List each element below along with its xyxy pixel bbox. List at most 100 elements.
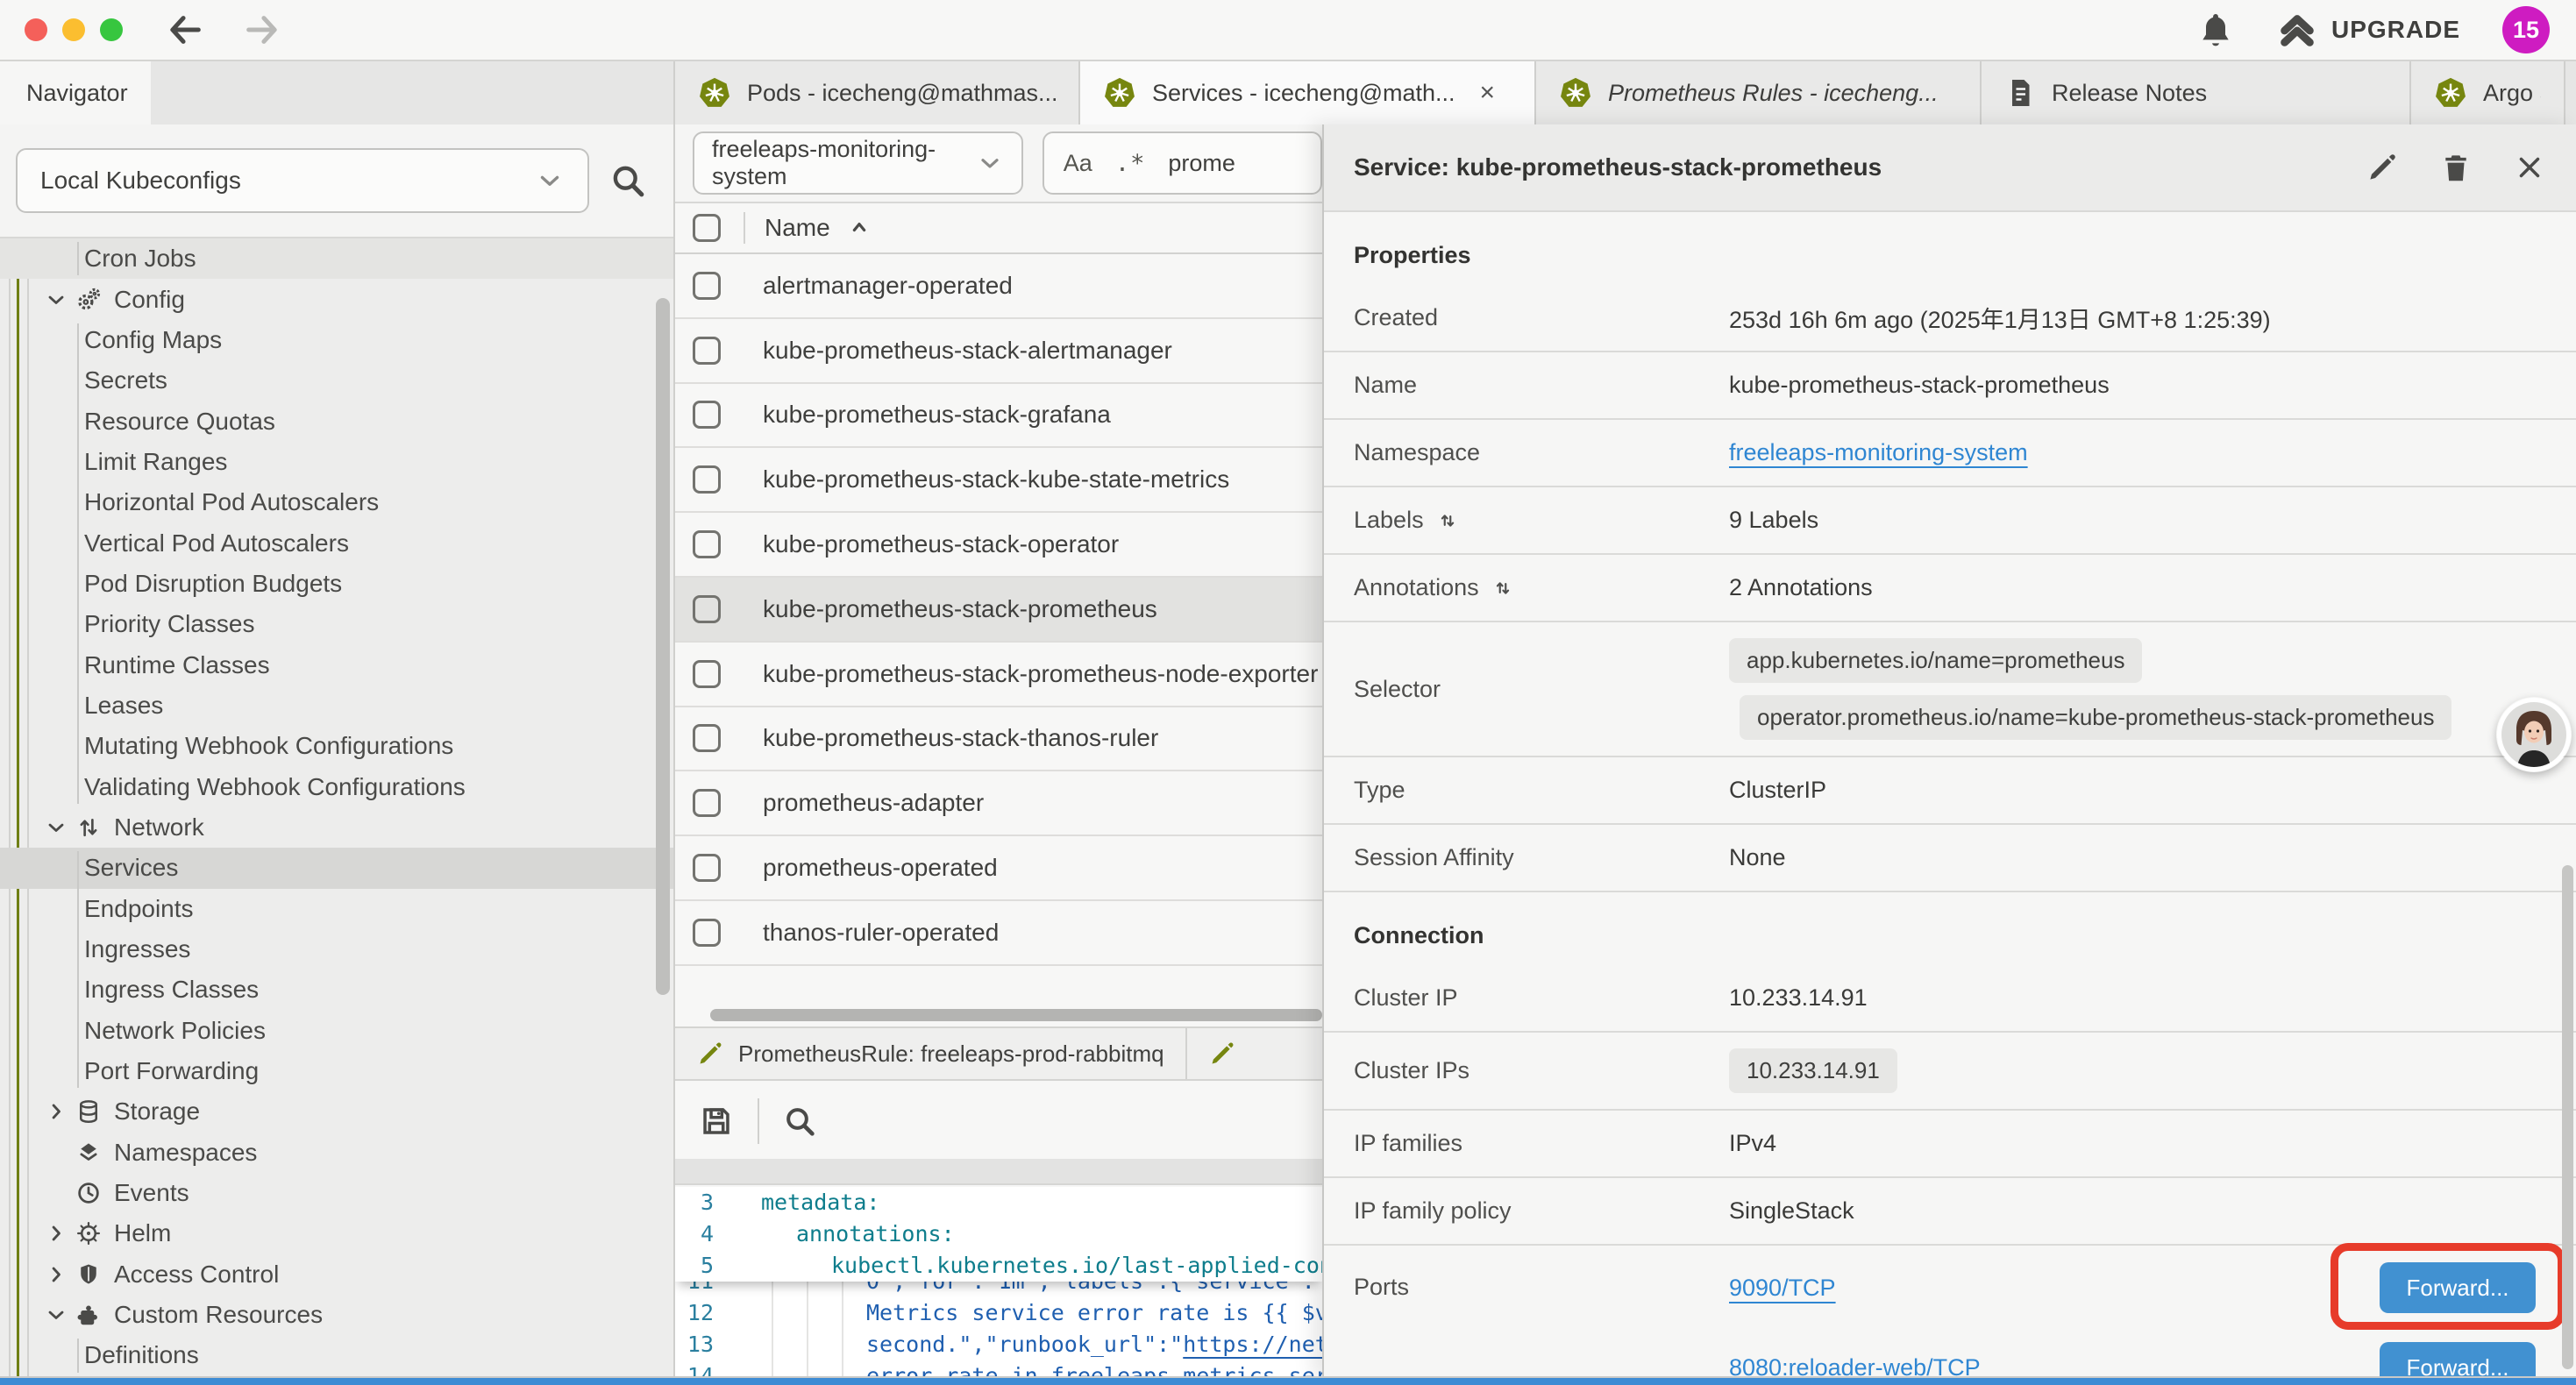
maximize-window-button[interactable] bbox=[100, 18, 123, 41]
row-checkbox[interactable] bbox=[693, 401, 721, 429]
kubeconfig-selector[interactable]: Local Kubeconfigs bbox=[16, 148, 589, 213]
sidebar-item-runtime-classes[interactable]: Runtime Classes bbox=[0, 644, 673, 685]
sidebar-item-horizontal-pod-autoscalers[interactable]: Horizontal Pod Autoscalers bbox=[0, 482, 673, 522]
sidebar-item-limit-ranges[interactable]: Limit Ranges bbox=[0, 442, 673, 482]
sidebar-item-network[interactable]: Network bbox=[0, 807, 673, 848]
table-row[interactable]: kube-prometheus-stack-prometheus-node-ex… bbox=[675, 643, 1322, 707]
assistant-avatar[interactable] bbox=[2496, 697, 2572, 772]
row-checkbox[interactable] bbox=[693, 595, 721, 623]
sidebar-item-services[interactable]: Services bbox=[0, 848, 673, 888]
sidebar-scrollbar-thumb[interactable] bbox=[656, 298, 670, 995]
tab-services-icecheng-math[interactable]: Services - icecheng@math...× bbox=[1080, 61, 1536, 124]
chevron-right-icon[interactable] bbox=[44, 1221, 75, 1246]
table-row[interactable]: kube-prometheus-stack-operator bbox=[675, 513, 1322, 578]
minimize-window-button[interactable] bbox=[62, 18, 85, 41]
tab-navigator[interactable]: Navigator bbox=[0, 61, 151, 124]
sidebar-item-storage[interactable]: Storage bbox=[0, 1091, 673, 1132]
namespace-selector[interactable]: freeleaps-monitoring-system bbox=[693, 131, 1023, 195]
chevron-right-icon[interactable] bbox=[44, 1262, 75, 1287]
runbook-url-link[interactable]: https://netw bbox=[1183, 1332, 1322, 1357]
sidebar-item-pod-disruption-budgets[interactable]: Pod Disruption Budgets bbox=[0, 564, 673, 604]
tab-prometheus-rules-icecheng[interactable]: Prometheus Rules - icecheng... bbox=[1536, 61, 1982, 124]
sidebar-item-leases[interactable]: Leases bbox=[0, 685, 673, 726]
row-checkbox[interactable] bbox=[693, 465, 721, 494]
table-row[interactable]: kube-prometheus-stack-alertmanager bbox=[675, 319, 1322, 384]
sidebar-item-config-maps[interactable]: Config Maps bbox=[0, 320, 673, 360]
row-checkbox[interactable] bbox=[693, 724, 721, 752]
forward-port-button[interactable]: Forward... bbox=[2380, 1262, 2536, 1313]
delete-trash-icon[interactable] bbox=[2439, 151, 2473, 184]
table-row[interactable]: alertmanager-operated bbox=[675, 254, 1322, 319]
row-checkbox[interactable] bbox=[693, 530, 721, 558]
row-checkbox[interactable] bbox=[693, 272, 721, 300]
namespace-link[interactable]: freeleaps-monitoring-system bbox=[1729, 439, 2028, 465]
panel-scrollbar-thumb[interactable] bbox=[2562, 865, 2573, 1369]
sidebar-item-cron-jobs[interactable]: Cron Jobs bbox=[0, 238, 673, 279]
notifications-bell-icon[interactable] bbox=[2196, 11, 2235, 49]
sidebar-item-vertical-pod-autoscalers[interactable]: Vertical Pod Autoscalers bbox=[0, 522, 673, 563]
edit-pencil-icon[interactable] bbox=[2366, 151, 2399, 184]
sidebar-item-config[interactable]: Config bbox=[0, 279, 673, 319]
forward-port-button[interactable]: Forward... bbox=[2380, 1342, 2536, 1376]
sidebar-item-events[interactable]: Events bbox=[0, 1173, 673, 1213]
match-case-toggle[interactable]: Aa bbox=[1064, 150, 1092, 177]
upgrade-button[interactable]: UPGRADE bbox=[2277, 10, 2460, 50]
filter-input[interactable]: Aa .* prome bbox=[1042, 131, 1322, 195]
close-window-button[interactable] bbox=[25, 18, 47, 41]
table-horizontal-scrollbar-thumb[interactable] bbox=[710, 1009, 1322, 1021]
regex-toggle[interactable]: .* bbox=[1115, 150, 1146, 177]
back-icon[interactable] bbox=[165, 10, 205, 50]
sidebar-item-port-forwarding[interactable]: Port Forwarding bbox=[0, 1051, 673, 1091]
table-row[interactable]: kube-prometheus-stack-thanos-ruler bbox=[675, 707, 1322, 772]
sidebar-item-access-control[interactable]: Access Control bbox=[0, 1254, 673, 1295]
chevron-down-icon[interactable] bbox=[44, 815, 75, 840]
port-link[interactable]: 8080:reloader-web/TCP bbox=[1729, 1354, 1981, 1377]
row-checkbox[interactable] bbox=[693, 919, 721, 947]
save-icon[interactable] bbox=[698, 1103, 735, 1140]
sort-ascending-icon[interactable] bbox=[846, 215, 872, 241]
sidebar-item-ingresses[interactable]: Ingresses bbox=[0, 929, 673, 970]
sort-updown-icon[interactable] bbox=[1491, 577, 1514, 600]
row-checkbox[interactable] bbox=[693, 854, 721, 882]
table-row[interactable]: kube-prometheus-stack-kube-state-metrics bbox=[675, 448, 1322, 513]
sidebar-item-validating-webhook-configurations[interactable]: Validating Webhook Configurations bbox=[0, 766, 673, 806]
table-row[interactable]: kube-prometheus-stack-grafana bbox=[675, 384, 1322, 449]
sidebar-item-helm[interactable]: Helm bbox=[0, 1213, 673, 1254]
tab-argo-se[interactable]: Argo Se bbox=[2411, 61, 2565, 124]
table-row[interactable]: prometheus-adapter bbox=[675, 771, 1322, 836]
name-column-header[interactable]: Name bbox=[765, 214, 830, 242]
sidebar-item-resource-quotas[interactable]: Resource Quotas bbox=[0, 401, 673, 441]
sidebar-item-endpoints[interactable]: Endpoints bbox=[0, 889, 673, 929]
close-panel-icon[interactable] bbox=[2513, 151, 2546, 184]
sort-updown-icon[interactable] bbox=[1436, 509, 1459, 532]
tab-clipped[interactable] bbox=[1187, 1028, 1322, 1079]
chevron-right-icon[interactable] bbox=[44, 1099, 75, 1124]
chevron-down-icon[interactable] bbox=[44, 1303, 75, 1327]
sidebar-item-ingress-classes[interactable]: Ingress Classes bbox=[0, 970, 673, 1010]
table-row[interactable]: kube-prometheus-stack-prometheus bbox=[675, 578, 1322, 643]
editor-search-icon[interactable] bbox=[782, 1104, 817, 1139]
tab-prometheusrule[interactable]: PrometheusRule: freeleaps-prod-rabbitmq bbox=[675, 1028, 1187, 1079]
sidebar-item-network-policies[interactable]: Network Policies bbox=[0, 1011, 673, 1051]
notification-count-badge[interactable]: 15 bbox=[2502, 6, 2550, 53]
sidebar-item-namespaces[interactable]: Namespaces bbox=[0, 1133, 673, 1173]
sidebar-search-icon[interactable] bbox=[608, 161, 647, 200]
tab-release-notes[interactable]: Release Notes bbox=[1982, 61, 2411, 124]
row-checkbox[interactable] bbox=[693, 660, 721, 688]
yaml-editor[interactable]: 3metadata:4annotations:5kubectl.kubernet… bbox=[675, 1187, 1322, 1378]
row-checkbox[interactable] bbox=[693, 337, 721, 365]
table-row[interactable]: thanos-ruler-operated bbox=[675, 901, 1322, 966]
sidebar-item-mutating-webhook-configurations[interactable]: Mutating Webhook Configurations bbox=[0, 726, 673, 766]
table-row[interactable]: prometheus-operated bbox=[675, 836, 1322, 901]
close-tab-icon[interactable]: × bbox=[1480, 78, 1496, 108]
chevron-down-icon[interactable] bbox=[44, 288, 75, 312]
row-checkbox[interactable] bbox=[693, 789, 721, 817]
port-link[interactable]: 9090/TCP bbox=[1729, 1275, 1836, 1302]
sidebar-item-priority-classes[interactable]: Priority Classes bbox=[0, 604, 673, 644]
forward-icon[interactable] bbox=[242, 10, 282, 50]
sidebar-item-secrets[interactable]: Secrets bbox=[0, 360, 673, 401]
sidebar-item-custom-resources[interactable]: Custom Resources bbox=[0, 1295, 673, 1335]
tab-pods-icecheng-mathmas[interactable]: Pods - icecheng@mathmas... bbox=[675, 61, 1080, 124]
select-all-checkbox[interactable] bbox=[693, 214, 721, 242]
sidebar-item-definitions[interactable]: Definitions bbox=[0, 1335, 673, 1375]
